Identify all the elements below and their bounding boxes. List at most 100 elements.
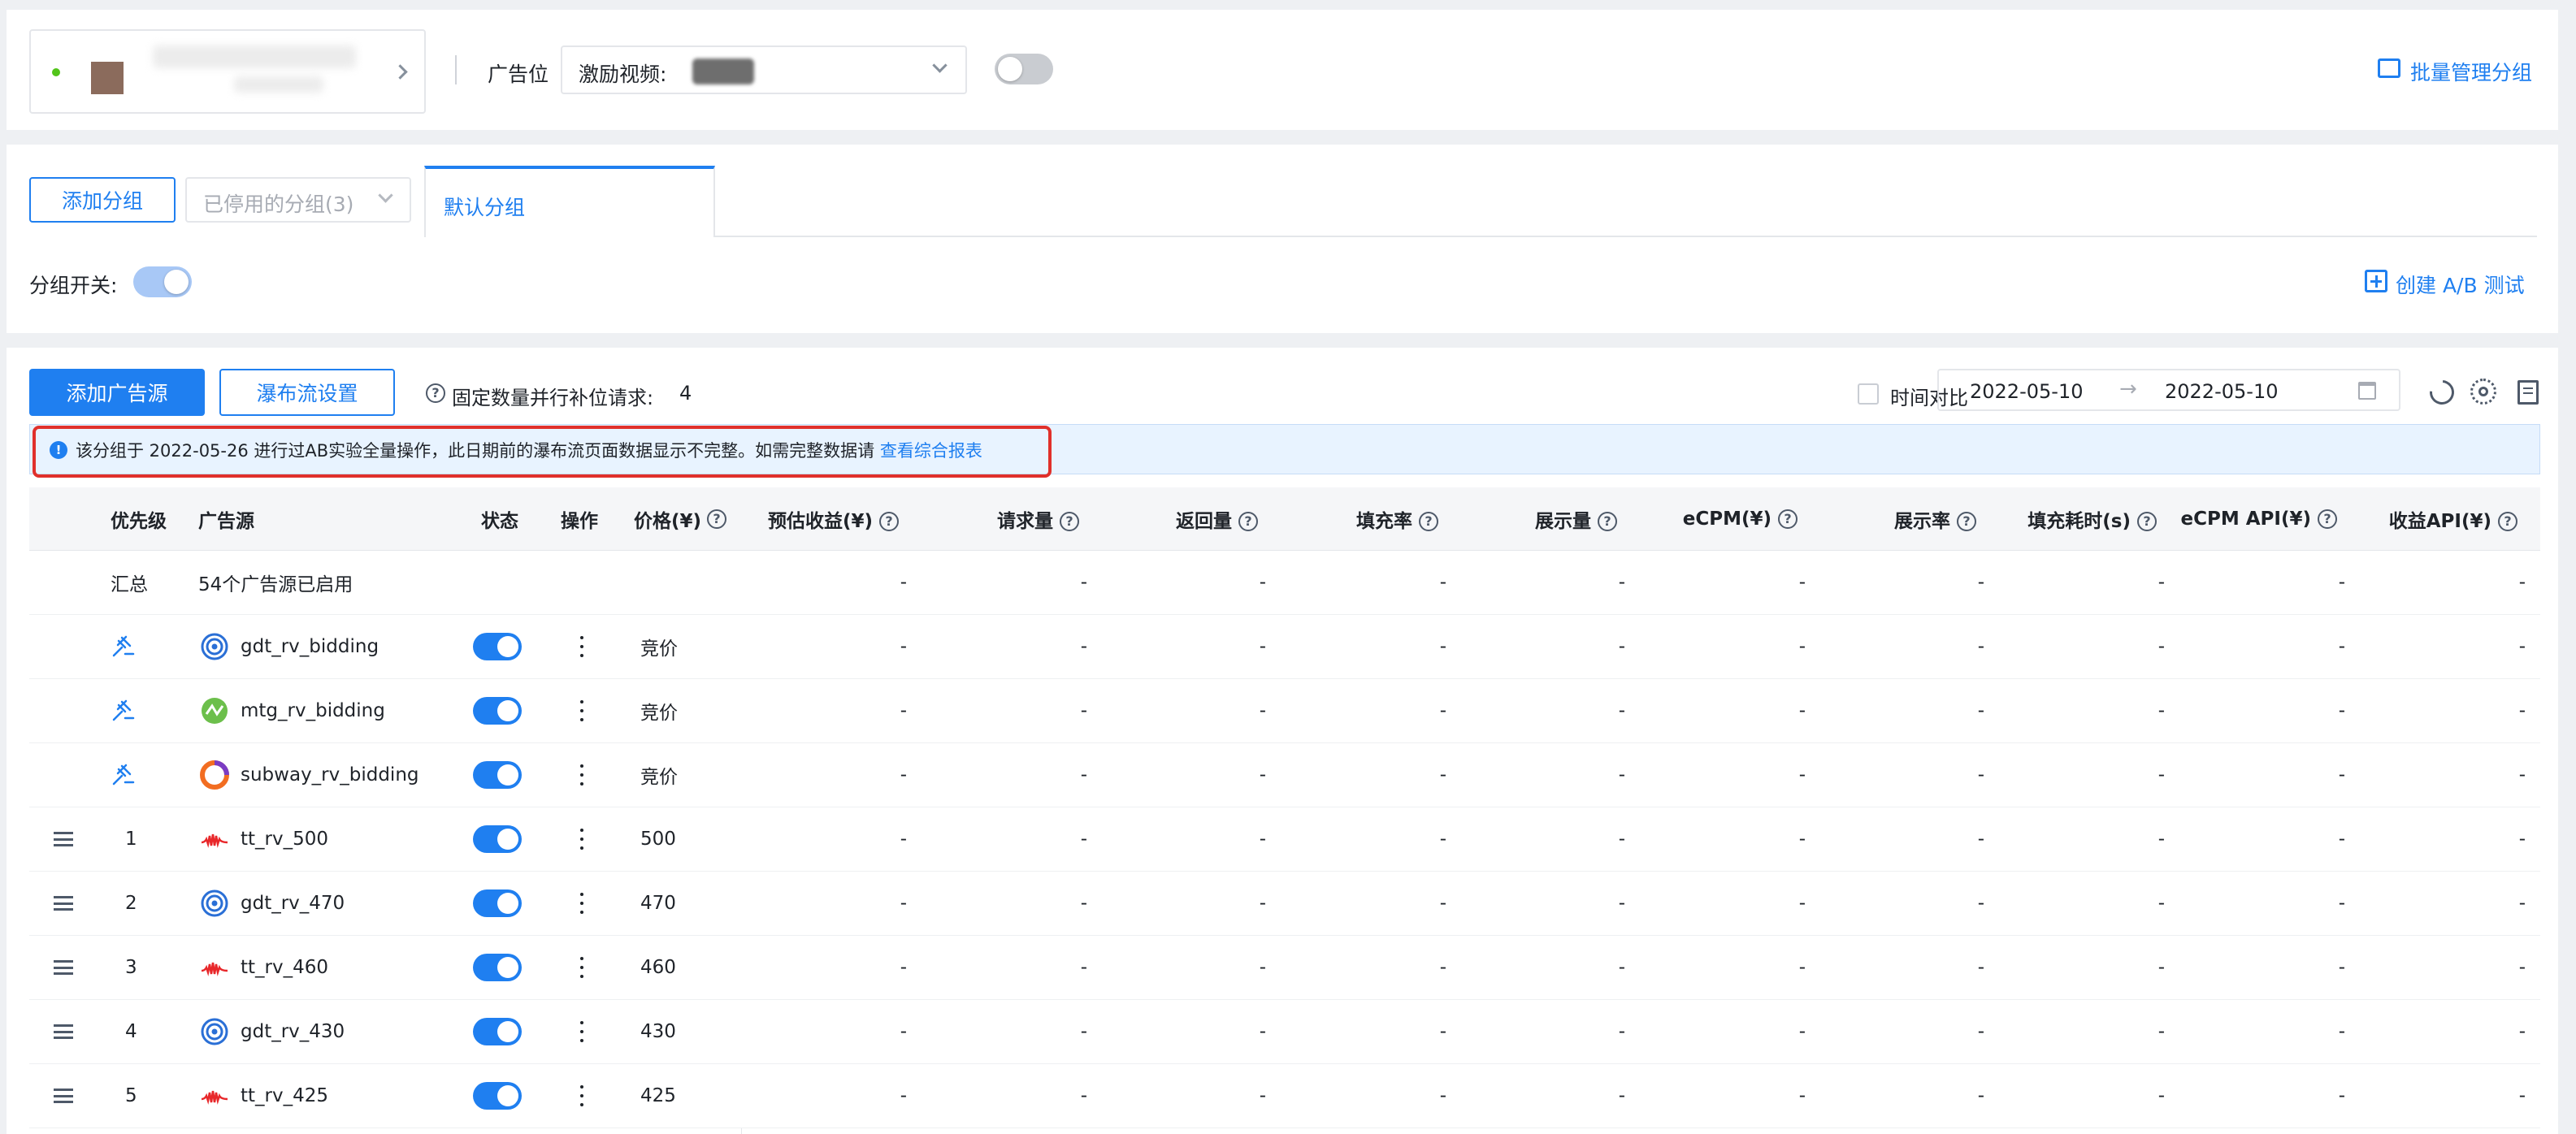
price-value: 500 xyxy=(640,829,676,850)
metric-value: - xyxy=(1977,572,1984,593)
metric-value: - xyxy=(900,636,907,657)
divider xyxy=(455,55,457,84)
metric-value: - xyxy=(1618,700,1625,721)
metric-value: - xyxy=(2518,572,2526,593)
status-toggle[interactable] xyxy=(473,633,522,660)
status-toggle[interactable] xyxy=(473,1018,522,1045)
question-icon[interactable]: ? xyxy=(879,512,899,531)
question-icon[interactable]: ? xyxy=(707,509,726,529)
drag-handle-icon[interactable] xyxy=(54,1089,73,1103)
question-icon[interactable]: ? xyxy=(1598,512,1617,531)
price-value: 425 xyxy=(640,1085,676,1106)
drag-handle-icon[interactable] xyxy=(54,896,73,911)
waterfall-settings-button[interactable]: 瀑布流设置 xyxy=(219,369,395,416)
question-icon[interactable]: ? xyxy=(1778,509,1798,529)
ad-slot-toggle[interactable] xyxy=(995,54,1053,84)
more-actions-icon[interactable] xyxy=(579,763,585,787)
metric-value: - xyxy=(1080,957,1087,978)
metric-value: - xyxy=(1798,1085,1806,1106)
price-value: 竞价 xyxy=(640,767,678,788)
col-price-label: 价格(¥) xyxy=(634,510,702,532)
disabled-groups-label: 已停用的分组(3) xyxy=(203,193,354,216)
question-icon[interactable]: ? xyxy=(1957,512,1976,531)
chevron-down-icon xyxy=(378,188,393,203)
settings-icon[interactable] xyxy=(2470,379,2496,405)
metric-value: - xyxy=(1798,764,1806,786)
more-actions-icon[interactable] xyxy=(579,699,585,723)
bidding-hammer-icon xyxy=(112,635,135,657)
drag-handle-icon[interactable] xyxy=(54,832,73,846)
disabled-groups-select[interactable]: 已停用的分组(3) xyxy=(185,177,411,223)
parallel-request-value: 4 xyxy=(679,382,692,405)
tab-default-group[interactable]: 默认分组 xyxy=(424,166,715,237)
group-switch-toggle[interactable] xyxy=(133,266,192,297)
ad-source-name[interactable]: tt_rv_460 xyxy=(241,957,328,978)
price-value: 竞价 xyxy=(640,638,678,660)
ad-source-name[interactable]: gdt_rv_470 xyxy=(241,893,345,914)
col-metric: 收益API(¥)? xyxy=(2389,505,2517,533)
metric-value: - xyxy=(1618,1085,1625,1106)
add-group-button[interactable]: 添加分组 xyxy=(29,177,176,223)
status-toggle[interactable] xyxy=(473,697,522,725)
metric-value: - xyxy=(1618,572,1625,593)
ad-slot-select[interactable]: 激励视频: xyxy=(561,45,967,94)
more-actions-icon[interactable] xyxy=(579,1084,585,1108)
col-metric: 展示率? xyxy=(1894,505,1976,533)
drag-handle-icon[interactable] xyxy=(54,960,73,975)
more-actions-icon[interactable] xyxy=(579,955,585,980)
col-source: 广告源 xyxy=(198,510,254,532)
question-icon[interactable]: ? xyxy=(1419,512,1438,531)
more-actions-icon[interactable] xyxy=(579,891,585,915)
ad-source-name[interactable]: tt_rv_425 xyxy=(241,1085,328,1106)
question-icon[interactable]: ? xyxy=(2318,509,2337,529)
date-range-picker[interactable]: 2022-05-10 → 2022-05-10 xyxy=(1937,369,2400,411)
metric-value: - xyxy=(1798,893,1806,914)
more-actions-icon[interactable] xyxy=(579,634,585,659)
more-actions-icon[interactable] xyxy=(579,1019,585,1044)
tt-icon xyxy=(200,1081,229,1110)
status-toggle[interactable] xyxy=(473,889,522,917)
metric-value: - xyxy=(2518,1085,2526,1106)
metric-value: - xyxy=(2158,572,2165,593)
app-selector[interactable] xyxy=(29,29,426,114)
metric-value: - xyxy=(1080,572,1087,593)
add-ad-source-button[interactable]: 添加广告源 xyxy=(29,369,205,416)
question-icon[interactable]: ? xyxy=(426,383,445,403)
question-icon[interactable]: ? xyxy=(1060,512,1079,531)
ad-source-name[interactable]: mtg_rv_bidding xyxy=(241,700,385,721)
question-icon[interactable]: ? xyxy=(2137,512,2157,531)
metric-value: - xyxy=(1439,700,1446,721)
ad-source-name[interactable]: tt_rv_500 xyxy=(241,829,328,850)
status-dot xyxy=(52,68,60,76)
status-toggle[interactable] xyxy=(473,761,522,789)
summary-row: 汇总 54个广告源已启用 - - - - - - - - - - xyxy=(29,551,2540,615)
priority-value: 2 xyxy=(125,893,137,914)
col-metric-label: 填充率 xyxy=(1356,510,1412,532)
ad-source-name[interactable]: gdt_rv_bidding xyxy=(241,636,379,657)
status-toggle[interactable] xyxy=(473,954,522,981)
status-toggle[interactable] xyxy=(473,1082,522,1110)
date-start[interactable]: 2022-05-10 xyxy=(1970,380,2083,403)
chevron-down-icon xyxy=(932,58,948,73)
time-compare-checkbox[interactable] xyxy=(1858,383,1879,405)
table-row: gdt_rv_bidding 竞价 - - - - - - - - - - xyxy=(29,615,2540,679)
highlight-box xyxy=(33,426,1052,478)
question-icon[interactable]: ? xyxy=(1238,512,1258,531)
metric-value: - xyxy=(1080,636,1087,657)
refresh-icon[interactable] xyxy=(2424,374,2460,410)
more-actions-icon[interactable] xyxy=(579,827,585,851)
col-metric-label: 预估收益(¥) xyxy=(767,510,873,532)
question-icon[interactable]: ? xyxy=(2498,512,2517,531)
metric-value: - xyxy=(1798,700,1806,721)
date-end[interactable]: 2022-05-10 xyxy=(2165,380,2278,403)
metric-value: - xyxy=(2518,636,2526,657)
metric-value: - xyxy=(1259,700,1266,721)
ad-source-name[interactable]: subway_rv_bidding xyxy=(241,764,419,786)
drag-handle-icon[interactable] xyxy=(54,1024,73,1039)
export-icon[interactable] xyxy=(2517,380,2539,405)
ad-source-name[interactable]: gdt_rv_430 xyxy=(241,1021,345,1042)
calendar-icon xyxy=(2358,382,2376,400)
tab-divider xyxy=(426,236,2537,237)
status-toggle[interactable] xyxy=(473,825,522,853)
arrow-right-icon: → xyxy=(2119,377,2137,401)
